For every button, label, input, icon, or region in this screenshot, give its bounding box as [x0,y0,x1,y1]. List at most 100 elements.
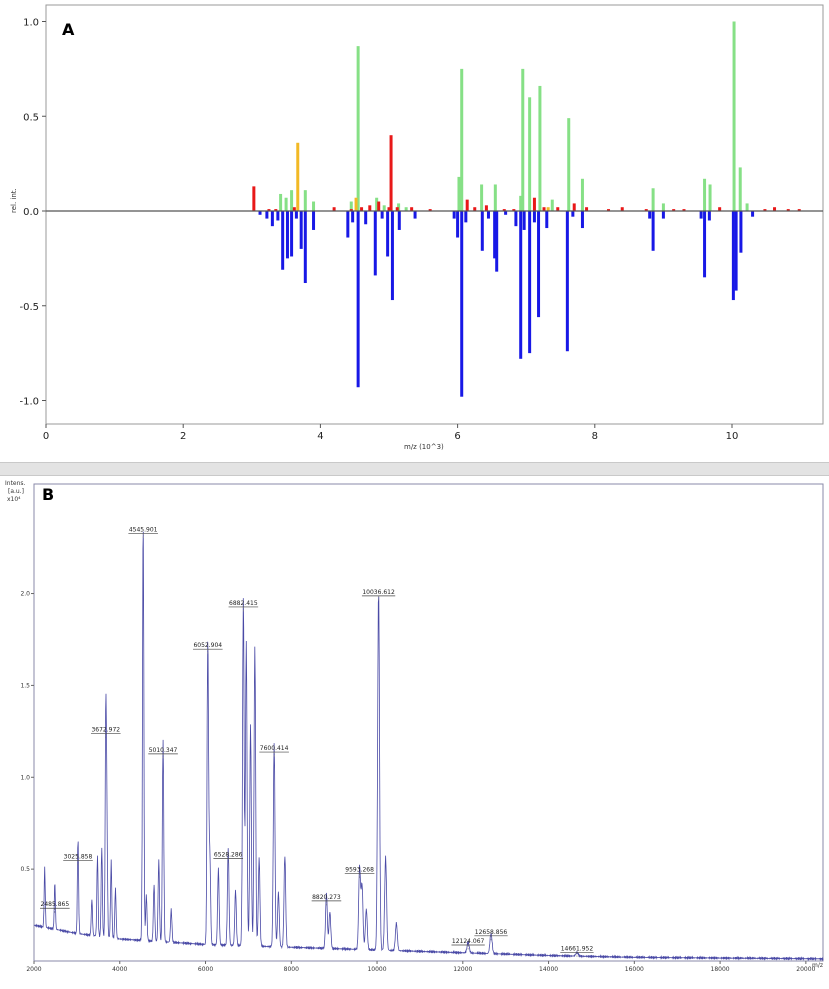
a-yellow-bar [296,142,300,211]
a-blue-bar [707,211,711,221]
a-green-bar [290,190,294,211]
a-blue-bar [373,211,377,276]
a-blue-bar [303,211,307,284]
a-green-bar [382,205,386,211]
chart-panel-a: 0 2 4 6 8 10 1.0 0.5 0.0 -0.5 -1.0 A rel. int. m/z… [0,0,829,462]
a-green-bar [356,46,360,212]
a-blue-bar [580,211,584,229]
a-blue-bar [265,211,269,219]
chart-panel-b: 2000 4000 6000 8000 10000 12000 14000 16000 1800… [0,476,829,984]
panel-label-b: B [42,485,54,504]
a-green-bar [708,184,712,211]
a-blue-bar [528,211,532,354]
b-peak-label: 3025.858 [64,853,93,860]
a-green-bar [651,188,655,211]
a-red-bar [572,203,576,211]
b-y-tick-label: 1.0 [20,774,30,781]
a-blue-bar [522,211,526,230]
a-green-bar [457,176,461,211]
a-x-tick-label: 10 [726,431,739,442]
b-x-tick-label: 6000 [198,966,213,973]
a-blue-bar [495,211,499,272]
a-blue-bar [703,211,707,278]
a-x-axis-label: m/z (10^3) [404,443,444,451]
a-blue-bar [290,211,294,257]
a-red-bar [389,135,393,211]
b-x-tick-label: 10000 [367,966,386,973]
a-blue-bar [281,211,285,270]
a-x-tick-label: 8 [592,431,598,442]
a-blue-bar [734,211,738,291]
a-blue-bar [565,211,569,352]
difference-spectrum-chart: 0 2 4 6 8 10 1.0 0.5 0.0 -0.5 -1.0 A rel. int. m/z… [0,0,829,462]
a-red-bar [368,205,372,211]
a-blue-bar [519,211,523,359]
a-blue-bar [537,211,541,318]
a-green-bar [312,201,316,211]
a-green-bar [745,203,749,211]
a-blue-bar [351,211,355,223]
a-blue-bar [356,211,360,388]
a-blue-bar [480,211,484,251]
a-red-bar [465,199,469,211]
a-blue-bar [386,211,390,257]
a-green-bar [284,197,288,211]
b-peak-label: 6882.415 [229,600,258,607]
b-y-tick-label: 1.5 [20,682,30,689]
b-peak-label: 3672.972 [91,727,120,734]
a-blue-bar [397,211,401,230]
a-x-tick-label: 2 [180,431,186,442]
b-x-tick-label: 14000 [539,966,558,973]
b-y-label-line-2: [a.u.] [8,488,24,495]
a-green-bar [521,68,525,211]
b-peak-label: 4545.901 [129,526,158,533]
b-y-tick-label: 2.0 [20,591,30,598]
a-blue-bar [514,211,518,227]
b-y-tick-label: 0.5 [20,866,30,873]
a-y-axis-label: rel. int. [10,188,18,213]
b-peak-label: 2485.865 [41,901,70,908]
a-blue-bar [651,211,655,251]
a-blue-bar [299,211,303,249]
a-blue-bar [413,211,417,219]
a-x-tick-label: 4 [317,431,323,442]
a-blue-bar [456,211,460,238]
a-green-bar [550,199,554,211]
a-blue-bar [731,211,735,301]
b-peak-label: 6052.904 [193,642,222,649]
b-peak-label: 12658.856 [475,929,508,936]
b-peak-label: 12124.067 [452,938,485,945]
a-y-tick-label: 0.0 [23,207,39,218]
panel-label-a: A [62,20,75,39]
b-peak-label: 10036.612 [362,589,395,596]
b-x-tick-label: 4000 [112,966,127,973]
a-blue-bar [464,211,468,223]
a-blue-bar [648,211,652,219]
a-blue-bar [751,211,755,217]
a-green-bar [580,178,584,211]
b-peak-label: 9593.268 [345,866,374,873]
a-y-tick-label: 1.0 [23,18,39,29]
a-blue-bar [699,211,703,219]
a-green-bar [732,21,736,211]
a-blue-bar [312,211,316,230]
a-red-bar [484,205,488,211]
a-blue-bar [532,211,536,223]
a-green-bar [538,85,542,211]
maldi-spectrum-chart: 2000 4000 6000 8000 10000 12000 14000 16000 1800… [0,476,829,984]
a-blue-bar [380,211,384,219]
a-blue-bar [276,211,280,221]
b-peak-label: 6528.286 [214,852,243,859]
b-x-tick-label: 18000 [711,966,730,973]
a-y-tick-label: -1.0 [19,397,39,408]
b-peak-label: 5010.347 [149,747,178,754]
a-blue-bar [661,211,665,219]
a-green-bar [661,203,665,211]
a-x-tick-label: 0 [43,431,49,442]
a-green-bar [493,184,497,211]
panel-divider [0,462,829,476]
a-yellow-bar [354,197,358,211]
a-blue-bar [364,211,368,225]
b-x-tick-label: 8000 [284,966,299,973]
a-y-tick-label: 0.5 [23,112,39,123]
